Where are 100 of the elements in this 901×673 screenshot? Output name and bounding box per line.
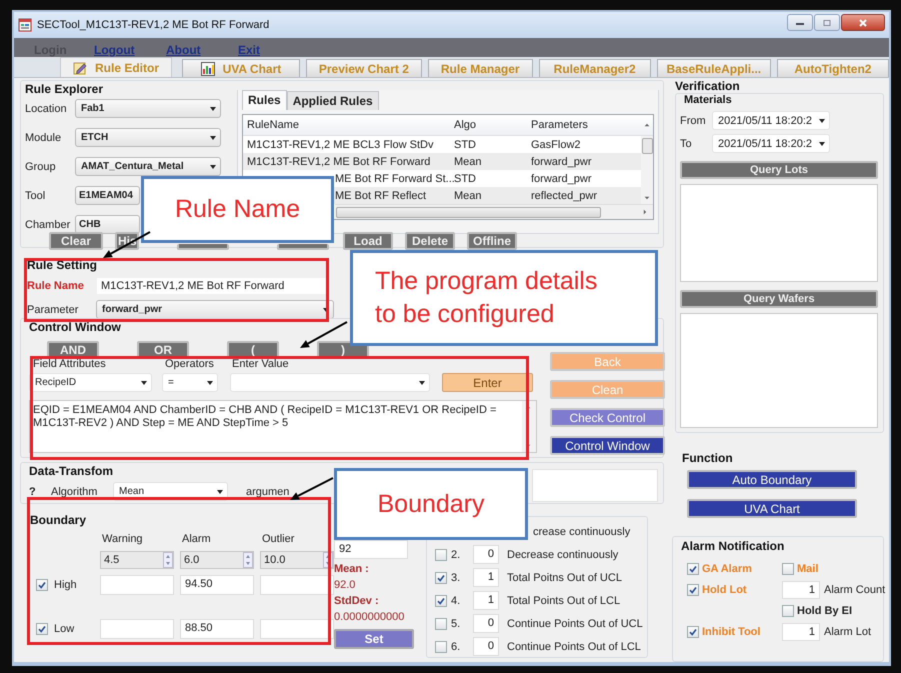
- checkbox[interactable]: [782, 563, 794, 575]
- rule-number: 2.: [451, 548, 462, 560]
- checkbox[interactable]: [782, 605, 794, 617]
- button[interactable]: Control Window: [550, 436, 665, 455]
- dropdown[interactable]: 2021/05/11 18:20:2: [712, 134, 830, 153]
- button[interactable]: Set: [334, 629, 414, 649]
- checkbox[interactable]: [36, 623, 48, 635]
- text-field[interactable]: [532, 469, 658, 502]
- caret-icon: [217, 490, 223, 494]
- list-box[interactable]: [680, 184, 878, 282]
- text-field[interactable]: 88.50: [180, 619, 254, 639]
- spin-field[interactable]: 4.5: [100, 551, 174, 569]
- text-field[interactable]: [260, 575, 334, 595]
- button[interactable]: Auto Boundary: [687, 470, 857, 489]
- text-field[interactable]: 0: [473, 637, 499, 656]
- callout-label: The program details to be configured: [350, 250, 658, 346]
- column-label: Warning: [101, 533, 144, 545]
- table-cell[interactable]: M1C13T-REV1,2 ME BCL3 Flow StDv: [243, 138, 450, 150]
- field-label: Alarm Count: [824, 584, 886, 596]
- dropdown[interactable]: =: [162, 373, 218, 392]
- table-cell[interactable]: Mean: [450, 190, 527, 202]
- scrollbar[interactable]: [335, 204, 653, 219]
- tab[interactable]: Applied Rules: [286, 91, 379, 110]
- button[interactable]: UVA Chart: [687, 499, 857, 518]
- checkbox[interactable]: [687, 584, 699, 596]
- list-box[interactable]: [680, 313, 878, 428]
- column-header[interactable]: Parameters: [527, 119, 641, 131]
- table-cell[interactable]: forward_pwr: [527, 156, 641, 168]
- minimize-button[interactable]: [787, 14, 813, 31]
- tab[interactable]: Rules: [242, 90, 287, 110]
- text-field[interactable]: 1: [782, 623, 820, 641]
- dropdown[interactable]: RecipeID: [29, 373, 152, 392]
- checkbox[interactable]: [435, 640, 447, 652]
- button[interactable]: Load: [343, 232, 393, 250]
- group-title: Alarm Notification: [681, 540, 784, 553]
- rule-number: 4.: [451, 594, 462, 606]
- button[interactable]: [177, 244, 229, 250]
- close-button[interactable]: [841, 14, 885, 31]
- button[interactable]: Query Lots: [680, 161, 878, 179]
- app-icon: [18, 18, 32, 32]
- field-label: To: [680, 138, 693, 150]
- checkbox[interactable]: [435, 618, 447, 630]
- dropdown[interactable]: forward_pwr: [96, 300, 334, 319]
- text-field[interactable]: M1C13T-REV1,2 ME Bot RF Forward: [96, 277, 328, 295]
- button[interactable]: Offline: [467, 232, 517, 250]
- checkbox[interactable]: [435, 594, 447, 606]
- text-field[interactable]: [100, 575, 174, 595]
- text-field[interactable]: [260, 619, 334, 639]
- text-field[interactable]: 1: [782, 581, 820, 599]
- checkbox[interactable]: [36, 579, 48, 591]
- button[interactable]: Check Control: [550, 408, 665, 427]
- checkbox[interactable]: [435, 572, 447, 584]
- dropdown[interactable]: ETCH: [75, 128, 221, 147]
- spin-field[interactable]: 6.0: [180, 551, 254, 569]
- group-title: Boundary: [30, 514, 86, 527]
- table-cell[interactable]: GasFlow2: [527, 138, 641, 150]
- rule-number: 6.: [451, 640, 462, 652]
- expression-box[interactable]: EQID = E1MEAM04 AND ChamberID = CHB AND ( RecipeID = M1C13T-REV1 OR RecipeID = M1C13T-REV2 ) AND Step = ME AND StepTime > 5: [29, 400, 537, 453]
- checkbox[interactable]: [687, 563, 699, 575]
- caret-icon: [141, 380, 147, 384]
- callout-label: Boundary: [334, 468, 528, 540]
- column-header[interactable]: RuleName: [243, 119, 450, 131]
- text-field[interactable]: [100, 619, 174, 639]
- text-field[interactable]: 92: [334, 540, 408, 559]
- table-cell[interactable]: M1C13T-REV1,2 ME Bot RF Forward: [243, 156, 450, 168]
- checkbox[interactable]: [435, 548, 447, 560]
- text-field[interactable]: 94.50: [180, 575, 254, 595]
- scroll-thumb[interactable]: [642, 138, 652, 154]
- rule-text: Total Points Out of LCL: [507, 594, 620, 606]
- table-cell[interactable]: reflected_pwr: [527, 190, 641, 202]
- button[interactable]: Enter: [442, 373, 533, 392]
- button[interactable]: Delete: [405, 232, 455, 250]
- text-field[interactable]: 0: [473, 614, 499, 633]
- stat-value: 92.0: [334, 578, 356, 593]
- table-cell[interactable]: Mean: [450, 156, 527, 168]
- button[interactable]: [277, 244, 329, 250]
- scrollbar[interactable]: [641, 136, 653, 204]
- text-field[interactable]: 1: [473, 591, 499, 610]
- table-cell[interactable]: STD: [450, 138, 527, 150]
- dropdown[interactable]: 2021/05/11 18:20:2: [712, 111, 830, 130]
- column-header[interactable]: Algo: [450, 119, 527, 131]
- field-label: Group: [25, 160, 57, 172]
- dropdown[interactable]: CHB: [75, 215, 140, 234]
- rule-text: crease continuously: [533, 526, 630, 538]
- table-cell[interactable]: ME Bot RF Reflect: [335, 190, 450, 202]
- spin-field[interactable]: 10.0: [260, 551, 334, 569]
- dropdown[interactable]: AMAT_Centura_Metal: [75, 157, 221, 176]
- button[interactable]: Clear: [49, 232, 103, 250]
- scroll-thumb[interactable]: [336, 206, 601, 218]
- table-cell[interactable]: forward_pwr: [527, 172, 641, 184]
- checkbox[interactable]: [687, 626, 699, 638]
- text-field[interactable]: 0: [473, 545, 499, 564]
- button[interactable]: Query Wafers: [680, 290, 878, 308]
- field-label: Field Attributes: [33, 358, 107, 371]
- field-label: Chamber: [25, 218, 72, 230]
- column-label: Outlier: [261, 533, 296, 545]
- text-field[interactable]: 1: [473, 568, 499, 587]
- dropdown[interactable]: Fab1: [75, 99, 221, 118]
- rule-number: 3.: [451, 572, 462, 584]
- dropdown[interactable]: E1MEAM04: [75, 186, 140, 205]
